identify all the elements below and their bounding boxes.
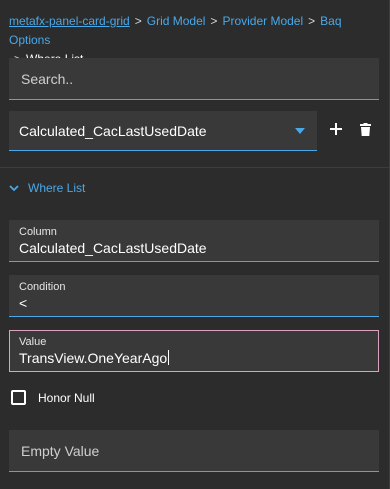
- text-cursor: [168, 350, 170, 365]
- add-where-button[interactable]: [327, 120, 345, 138]
- delete-where-button[interactable]: [356, 120, 374, 138]
- honor-null-label: Honor Null: [38, 390, 95, 405]
- search-box: [9, 58, 379, 100]
- where-list-panel: metafx-panel-card-grid > Grid Model > Provid…: [0, 0, 390, 489]
- column-field[interactable]: Column Calculated_CacLastUsedDate: [9, 220, 379, 262]
- breadcrumb-separator: >: [210, 14, 218, 28]
- column-value: Calculated_CacLastUsedDate: [19, 240, 207, 256]
- breadcrumb-item-metafx-panel-card-grid[interactable]: metafx-panel-card-grid: [9, 14, 130, 28]
- condition-value: <: [19, 295, 28, 311]
- where-item-select[interactable]: Calculated_CacLastUsedDate: [9, 111, 317, 151]
- honor-null-checkbox[interactable]: [11, 390, 26, 405]
- value-field[interactable]: Value TransView.OneYearAgo: [9, 330, 379, 372]
- dropdown-caret-icon[interactable]: [295, 127, 305, 134]
- column-label: Column: [19, 226, 57, 238]
- breadcrumb-separator: >: [308, 14, 316, 28]
- where-list-section-toggle[interactable]: Where List: [9, 181, 85, 195]
- search-input[interactable]: [19, 69, 369, 88]
- chevron-down-icon: [9, 184, 19, 191]
- section-title: Where List: [28, 181, 86, 195]
- breadcrumb-item-provider-model[interactable]: Provider Model: [222, 14, 303, 28]
- empty-value-input[interactable]: [19, 441, 369, 460]
- trash-icon: [359, 122, 371, 136]
- section-divider: [0, 167, 390, 168]
- condition-field[interactable]: Condition <: [9, 275, 379, 317]
- breadcrumb-item-grid-model[interactable]: Grid Model: [147, 14, 206, 28]
- empty-value-box: [9, 430, 379, 472]
- where-item-select-value: Calculated_CacLastUsedDate: [19, 122, 207, 139]
- value-input-text[interactable]: TransView.OneYearAgo: [19, 350, 167, 366]
- breadcrumb-separator: >: [134, 14, 142, 28]
- honor-null-row[interactable]: Honor Null: [11, 390, 95, 405]
- value-label: Value: [19, 336, 47, 348]
- condition-label: Condition: [19, 281, 66, 293]
- plus-icon: [330, 123, 342, 135]
